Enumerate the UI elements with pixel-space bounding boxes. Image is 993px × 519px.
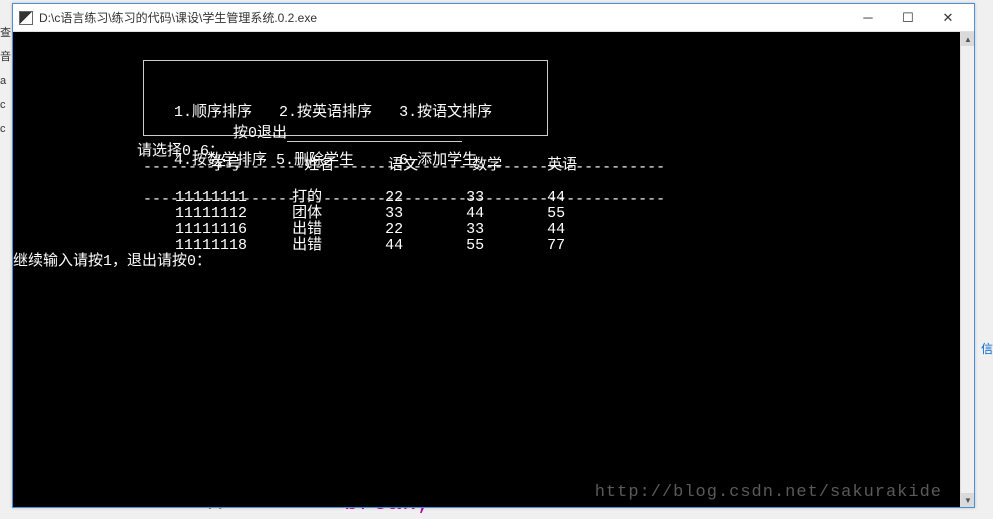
menu-box: 1.顺序排序 2.按英语排序 3.按语文排序 4.按数学排序 5.删除学生 6.… [143, 60, 548, 136]
console-output[interactable]: 1.顺序排序 2.按英语排序 3.按语文排序 4.按数学排序 5.删除学生 6.… [13, 32, 960, 507]
window-title: D:\c语言练习\练习的代码\课设\学生管理系统.0.2.exe [39, 9, 848, 26]
close-button[interactable]: ✕ [928, 5, 968, 31]
app-icon [19, 11, 33, 25]
console-window: D:\c语言练习\练习的代码\课设\学生管理系统.0.2.exe ─ ☐ ✕ 1… [12, 3, 975, 508]
titlebar[interactable]: D:\c语言练习\练习的代码\课设\学生管理系统.0.2.exe ─ ☐ ✕ [13, 4, 974, 32]
watermark: http://blog.csdn.net/sakurakide [595, 485, 942, 501]
table-row: 11111118 [175, 237, 247, 254]
maximize-button[interactable]: ☐ [888, 5, 928, 31]
console-body: 1.顺序排序 2.按英语排序 3.按语文排序 4.按数学排序 5.删除学生 6.… [13, 32, 974, 507]
page-left-fragments: 查 音 a c c [0, 25, 12, 145]
table-row: 11111112 [175, 205, 247, 222]
menu-exit: 按0退出 [233, 126, 462, 142]
col-name: 姓名 [304, 157, 334, 174]
page-right-fragment: 信 [981, 340, 993, 357]
scroll-up-icon[interactable]: ▲ [961, 32, 974, 46]
menu-item-1: 1.顺序排序 [174, 104, 252, 121]
menu-item-2: 2.按英语排序 [279, 104, 372, 121]
data-table: 学号 姓名 语文 数学 英语 11111111 打的 22 33 44 1111… [13, 158, 577, 270]
minimize-button[interactable]: ─ [848, 5, 888, 31]
scroll-down-icon[interactable]: ▼ [961, 493, 974, 507]
col-math: 数学 [472, 157, 502, 174]
col-id: 学号 [211, 157, 241, 174]
col-english: 英语 [547, 157, 577, 174]
table-row: 11111116 [175, 221, 247, 238]
prompt-continue: 继续输入请按1，退出请按0： [13, 253, 211, 270]
window-controls: ─ ☐ ✕ [848, 5, 968, 31]
menu-item-3: 3.按语文排序 [399, 104, 492, 121]
col-chinese: 语文 [388, 157, 418, 174]
table-row: 11111111 [175, 189, 247, 206]
vertical-scrollbar[interactable]: ▲ ▼ [960, 32, 974, 507]
